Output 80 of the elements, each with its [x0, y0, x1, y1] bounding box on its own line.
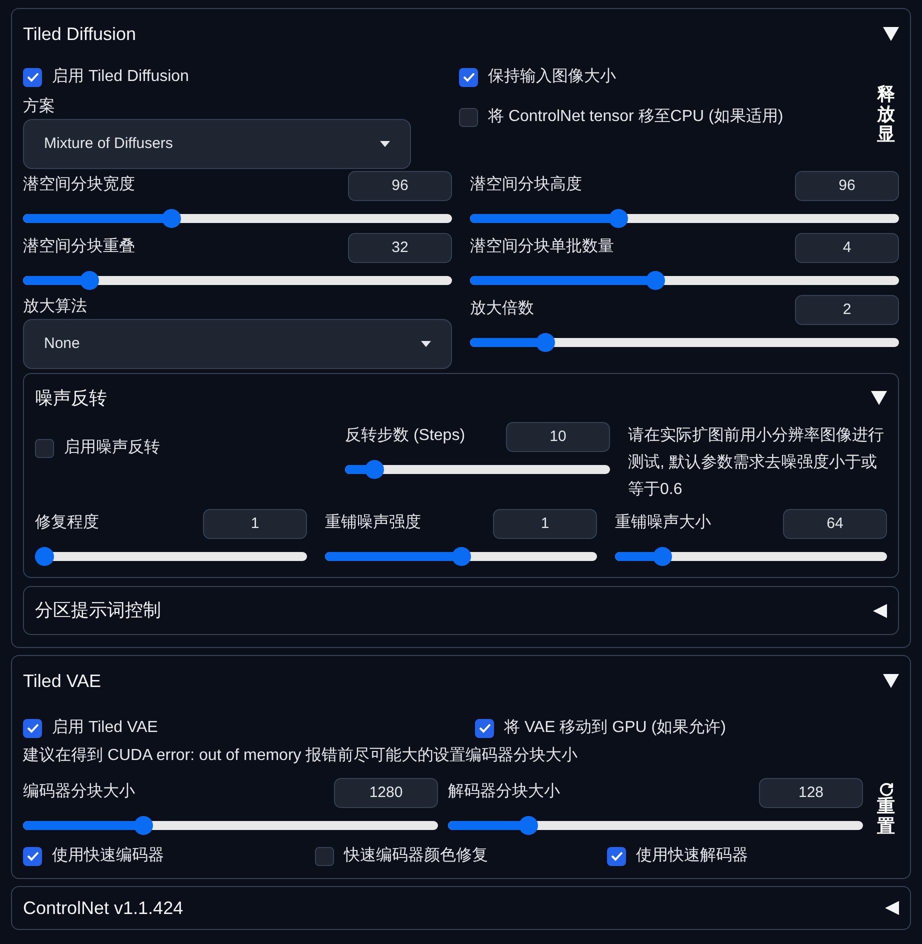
slider-label: 放大倍数 [470, 298, 534, 319]
slider-thumb[interactable] [609, 209, 628, 228]
dropdown[interactable]: None [23, 319, 452, 369]
number-field[interactable]: 32 [348, 233, 452, 263]
panel-title: Tiled Diffusion [23, 22, 136, 46]
slider-thumb[interactable] [646, 271, 666, 290]
checkbox[interactable] [459, 108, 478, 126]
vertical-button[interactable]: 重置 [877, 782, 895, 836]
slider-thumb[interactable] [652, 547, 672, 566]
checkbox-label: 启用 Tiled Diffusion [52, 66, 189, 87]
slider-label: 潜空间分块单批数量 [470, 236, 614, 257]
panel-title: Tiled VAE [23, 670, 102, 692]
checkmark-icon [478, 723, 490, 733]
number-field[interactable]: 64 [783, 509, 887, 539]
dropdown[interactable]: Mixture of Diffusers [23, 119, 411, 169]
checkmark-icon [26, 851, 38, 861]
field-label: 放大算法 [23, 296, 88, 317]
number-field[interactable]: 10 [506, 422, 610, 452]
number-field[interactable]: 128 [759, 778, 863, 808]
checkbox[interactable] [607, 846, 626, 866]
panel-title: 分区提示词控制 [35, 599, 161, 622]
slider-thumb[interactable] [80, 271, 100, 290]
field-label: 方案 [23, 96, 56, 117]
panel-title: 噪声反转 [35, 386, 107, 410]
checkbox[interactable] [23, 846, 42, 866]
dropdown-caret-icon [380, 141, 390, 147]
checkmark-icon [610, 851, 622, 861]
checkmark-icon [462, 72, 474, 82]
checkbox-label: 将 ControlNet tensor 移至CPU (如果适用) [488, 106, 784, 127]
slider-label: 潜空间分块高度 [470, 174, 582, 195]
collapse-caret-icon[interactable] [871, 391, 887, 405]
checkmark-icon [26, 723, 38, 733]
slider-thumb[interactable] [519, 816, 538, 835]
slider-label: 编码器分块大小 [23, 782, 135, 802]
checkbox-label: 使用快速编码器 [52, 846, 164, 866]
checkmark-icon [26, 72, 38, 82]
checkbox-label: 快速编码器颜色修复 [344, 846, 488, 866]
slider-thumb[interactable] [35, 547, 54, 566]
slider-label: 解码器分块大小 [448, 782, 560, 802]
checkbox-label: 启用噪声反转 [64, 438, 160, 458]
slider-label: 潜空间分块重叠 [23, 236, 135, 257]
slider-label: 潜空间分块宽度 [23, 174, 135, 195]
checkbox-label: 保持输入图像大小 [488, 66, 616, 87]
checkbox[interactable] [23, 718, 42, 738]
slider-thumb[interactable] [364, 460, 384, 479]
slider-thumb[interactable] [134, 816, 153, 835]
slider-label: 反转步数 (Steps) [345, 426, 466, 446]
note-text: 请在实际扩图前用小分辨率图像进行测试, 默认参数需求去噪强度小于或等于0.6 [628, 426, 885, 500]
panel-title: ControlNet v1.1.424 [23, 896, 184, 920]
slider-label: 重铺噪声大小 [615, 512, 711, 533]
collapse-caret-icon[interactable] [883, 674, 899, 688]
vertical-button[interactable]: 释放显 [877, 85, 895, 144]
slider-label: 修复程度 [35, 512, 99, 533]
checkbox[interactable] [23, 68, 42, 86]
controlnet-panel[interactable]: ControlNet v1.1.424 [11, 886, 911, 930]
slider-label: 重铺噪声强度 [325, 512, 421, 533]
reset-icon [878, 782, 894, 797]
dropdown-caret-icon [421, 341, 431, 347]
hint-text: 建议在得到 CUDA error: out of memory 报错前尽可能大的设置编码器分块大小 [23, 746, 579, 766]
number-field[interactable]: 1 [493, 509, 597, 539]
slider-thumb[interactable] [162, 209, 182, 228]
slider-thumb[interactable] [536, 333, 555, 352]
checkbox-label: 启用 Tiled VAE [52, 718, 158, 738]
checkbox[interactable] [35, 438, 54, 458]
checkbox[interactable] [459, 68, 478, 86]
collapse-caret-icon[interactable] [883, 27, 899, 41]
number-field[interactable]: 2 [795, 295, 899, 325]
number-field[interactable]: 96 [795, 171, 899, 201]
checkbox[interactable] [475, 718, 494, 738]
checkbox[interactable] [315, 846, 334, 866]
checkbox-label: 将 VAE 移动到 GPU (如果允许) [504, 718, 726, 738]
expand-caret-icon[interactable] [873, 604, 887, 618]
number-field[interactable]: 4 [795, 233, 899, 263]
checkbox-label: 使用快速解码器 [636, 846, 748, 866]
expand-caret-icon[interactable] [885, 901, 899, 915]
number-field[interactable]: 96 [348, 171, 452, 201]
number-field[interactable]: 1 [203, 509, 307, 539]
region-prompt-panel[interactable]: 分区提示词控制 [23, 586, 899, 635]
slider-thumb[interactable] [452, 547, 470, 566]
number-field[interactable]: 1280 [334, 778, 438, 808]
